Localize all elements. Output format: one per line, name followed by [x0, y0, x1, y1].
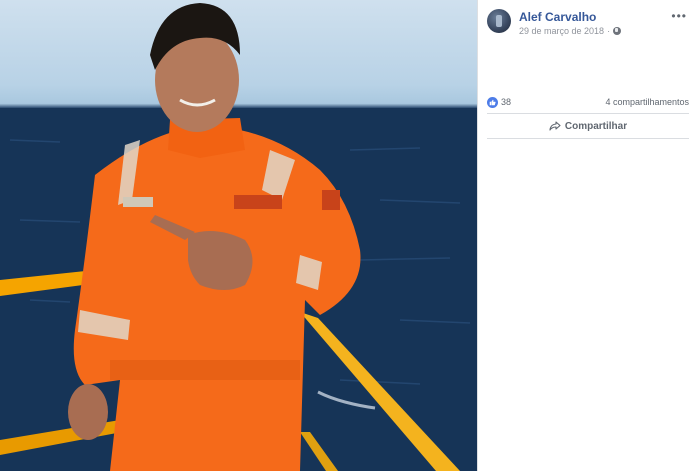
- globe-icon: [613, 27, 622, 35]
- like-summary[interactable]: 38: [487, 96, 512, 108]
- post-details-panel: Alef Carvalho 29 de março de 2018 · ••• …: [477, 0, 695, 471]
- more-options-icon[interactable]: •••: [671, 9, 687, 23]
- post-photo[interactable]: [0, 0, 477, 471]
- share-count[interactable]: 4 compartilhamentos: [605, 97, 689, 107]
- date-separator: ·: [607, 26, 611, 36]
- like-icon: [487, 96, 498, 108]
- date-row: 29 de março de 2018 ·: [519, 25, 622, 37]
- share-button[interactable]: Compartilhar: [487, 116, 689, 136]
- post-meta: Alef Carvalho 29 de março de 2018 ·: [519, 10, 622, 37]
- share-icon: [549, 121, 561, 131]
- photo-illustration: [0, 3, 477, 471]
- post-date[interactable]: 29 de março de 2018: [519, 25, 604, 37]
- author-name[interactable]: Alef Carvalho: [519, 10, 621, 24]
- divider: [487, 138, 689, 139]
- share-label: Compartilhar: [564, 120, 628, 132]
- like-count: 38: [501, 97, 512, 107]
- post-header: Alef Carvalho 29 de março de 2018 ·: [487, 9, 622, 37]
- avatar[interactable]: [487, 9, 511, 33]
- post-stats: 38 4 compartilhamentos: [487, 95, 689, 109]
- divider: [487, 113, 689, 114]
